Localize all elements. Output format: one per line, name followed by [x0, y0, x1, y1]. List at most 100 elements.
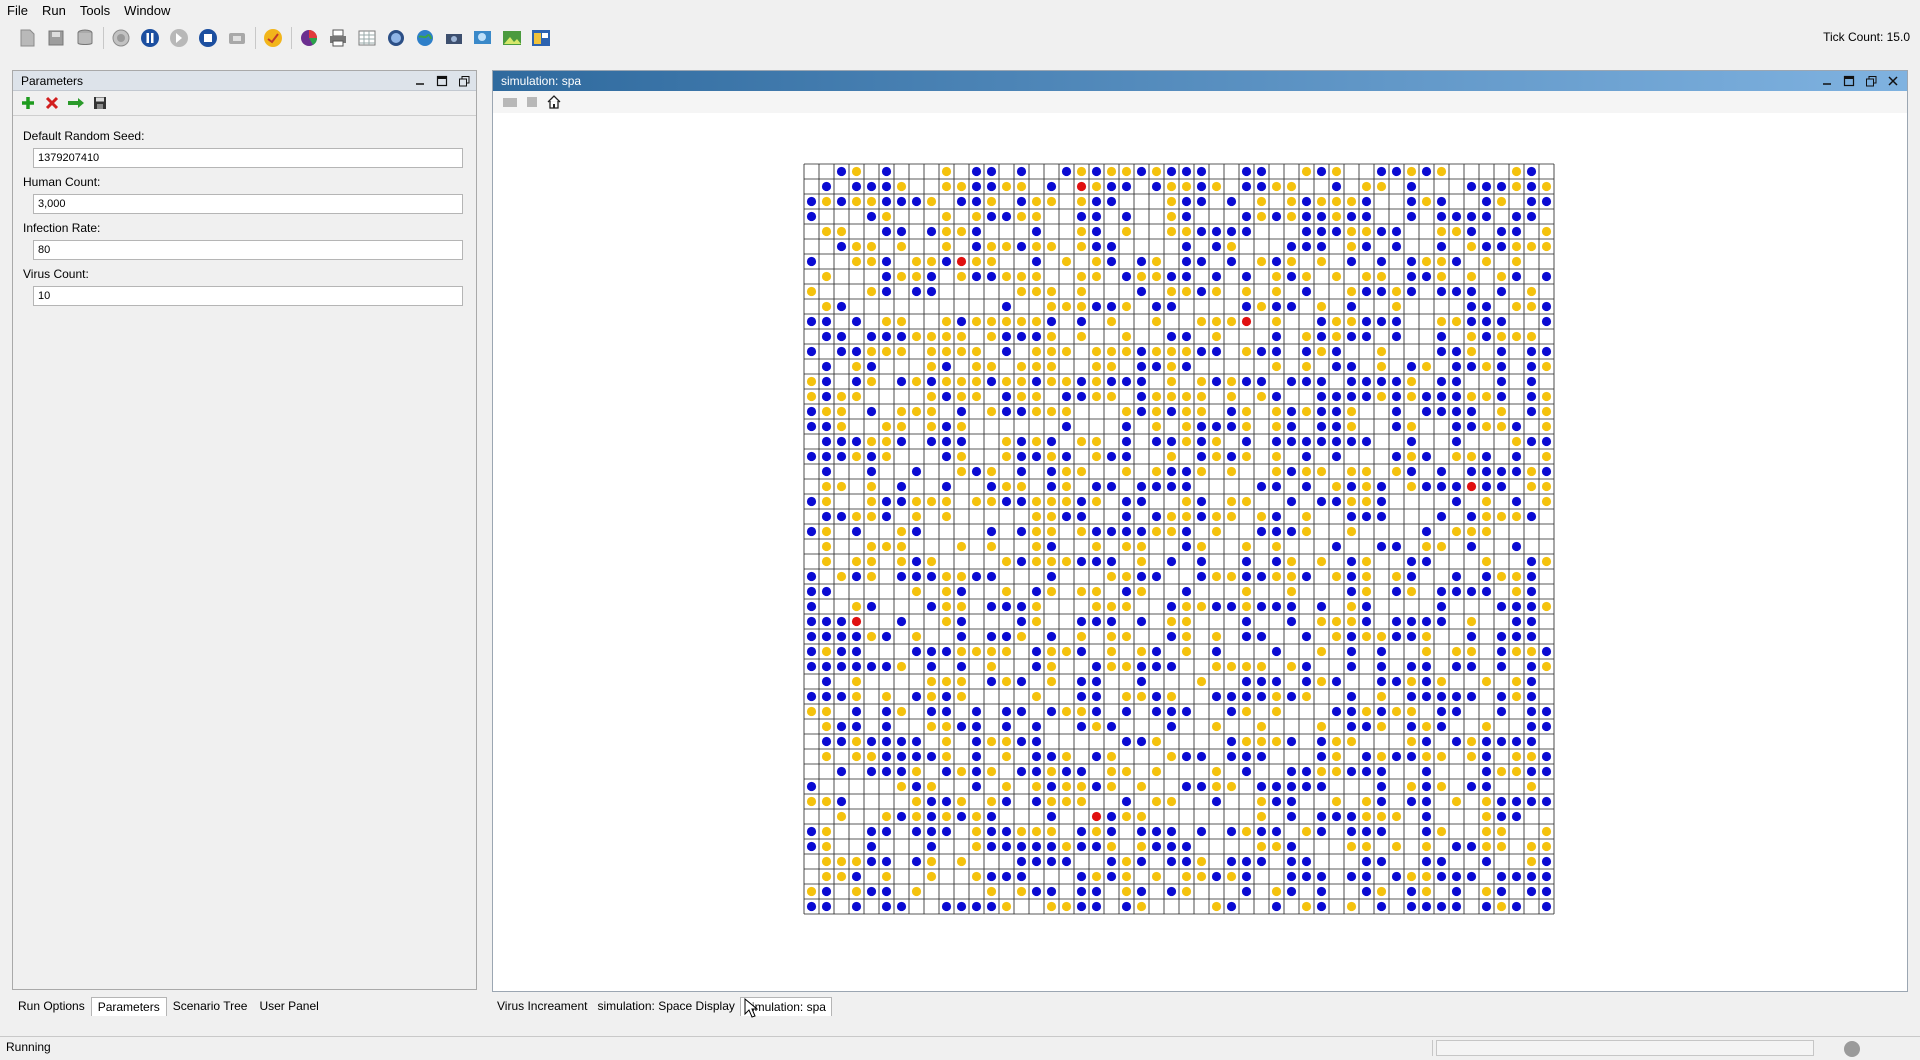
- virus-count-input[interactable]: [33, 286, 463, 306]
- add-icon[interactable]: [19, 94, 37, 112]
- random-seed-input[interactable]: [33, 148, 463, 168]
- human-agent: [1001, 406, 1012, 417]
- human-agent: [1316, 166, 1327, 177]
- image-icon[interactable]: [499, 25, 525, 51]
- stop-icon[interactable]: [195, 25, 221, 51]
- human-agent: [806, 256, 817, 267]
- restore-icon[interactable]: [1863, 73, 1879, 89]
- human-agent: [1211, 271, 1222, 282]
- menu-run[interactable]: Run: [35, 0, 73, 22]
- human-agent: [1466, 586, 1477, 597]
- chart-icon[interactable]: [296, 25, 322, 51]
- save-params-icon[interactable]: [91, 94, 109, 112]
- apply-arrow-icon[interactable]: [67, 94, 85, 112]
- new-file-icon[interactable]: [14, 25, 40, 51]
- virus-agent: [1031, 616, 1042, 627]
- human-agent: [851, 181, 862, 192]
- human-count-input[interactable]: [33, 194, 463, 214]
- human-agent: [851, 871, 862, 882]
- virus-agent: [1256, 391, 1267, 402]
- human-agent: [1406, 691, 1417, 702]
- human-agent: [1166, 856, 1177, 867]
- snapshot-icon[interactable]: [501, 93, 519, 111]
- movie-icon[interactable]: [523, 93, 541, 111]
- human-agent: [881, 256, 892, 267]
- virus-agent: [1001, 376, 1012, 387]
- human-agent: [821, 511, 832, 522]
- virus-agent: [1256, 736, 1267, 747]
- tab-parameters[interactable]: Parameters: [90, 996, 167, 1016]
- human-agent: [1436, 721, 1447, 732]
- zoom-icon[interactable]: [470, 25, 496, 51]
- delete-icon[interactable]: [43, 94, 61, 112]
- virus-agent: [806, 706, 817, 717]
- human-agent: [1376, 661, 1387, 672]
- infection-rate-input[interactable]: [33, 240, 463, 260]
- reset-icon[interactable]: [224, 25, 250, 51]
- tab-virus-increament[interactable]: Virus Increament: [492, 997, 593, 1015]
- globe-icon[interactable]: [412, 25, 438, 51]
- close-icon[interactable]: [1885, 73, 1901, 89]
- menu-window[interactable]: Window: [117, 0, 177, 22]
- human-agent: [1226, 736, 1237, 747]
- minimize-icon[interactable]: [412, 73, 428, 89]
- restore-icon[interactable]: [456, 73, 472, 89]
- human-agent: [1076, 841, 1087, 852]
- human-agent: [1316, 901, 1327, 912]
- virus-agent: [881, 436, 892, 447]
- virus-agent: [1091, 721, 1102, 732]
- camera-icon[interactable]: [441, 25, 467, 51]
- human-agent: [1541, 721, 1552, 732]
- toolbar-separator: [103, 27, 104, 49]
- table-icon[interactable]: [354, 25, 380, 51]
- minimize-icon[interactable]: [1819, 73, 1835, 89]
- printer-icon[interactable]: [325, 25, 351, 51]
- human-agent: [866, 331, 877, 342]
- virus-agent: [971, 841, 982, 852]
- batch-icon[interactable]: [260, 25, 286, 51]
- grid-svg[interactable]: [803, 163, 1555, 915]
- layer-icon[interactable]: [383, 25, 409, 51]
- virus-agent: [881, 691, 892, 702]
- human-agent: [1541, 706, 1552, 717]
- virus-agent: [1211, 286, 1222, 297]
- simulation-grid[interactable]: [803, 163, 1555, 918]
- human-agent: [1196, 826, 1207, 837]
- tab-user-panel[interactable]: User Panel: [253, 997, 324, 1015]
- human-agent: [1406, 361, 1417, 372]
- human-agent: [1196, 226, 1207, 237]
- virus-agent: [941, 376, 952, 387]
- virus-agent: [1166, 286, 1177, 297]
- virus-agent: [821, 481, 832, 492]
- save-icon[interactable]: [43, 25, 69, 51]
- menu-tools[interactable]: Tools: [73, 0, 117, 22]
- human-agent: [986, 526, 997, 537]
- human-agent: [1031, 331, 1042, 342]
- human-agent: [1016, 526, 1027, 537]
- tab-scenario-tree[interactable]: Scenario Tree: [167, 997, 254, 1015]
- human-agent: [926, 226, 937, 237]
- tab-space-display[interactable]: simulation: Space Display: [593, 997, 740, 1015]
- human-agent: [1031, 856, 1042, 867]
- virus-agent: [1331, 796, 1342, 807]
- virus-agent: [1421, 196, 1432, 207]
- maximize-icon[interactable]: [434, 73, 450, 89]
- human-agent: [1511, 901, 1522, 912]
- human-agent: [986, 676, 997, 687]
- human-agent: [1016, 436, 1027, 447]
- window-icon[interactable]: [528, 25, 554, 51]
- tab-run-options[interactable]: Run Options: [12, 997, 91, 1015]
- human-agent: [1196, 196, 1207, 207]
- menu-file[interactable]: File: [0, 0, 35, 22]
- virus-agent: [1121, 466, 1132, 477]
- human-agent: [1286, 466, 1297, 477]
- maximize-icon[interactable]: [1841, 73, 1857, 89]
- home-icon[interactable]: [545, 93, 563, 111]
- database-icon[interactable]: [72, 25, 98, 51]
- human-agent: [851, 631, 862, 642]
- step-icon[interactable]: [166, 25, 192, 51]
- pause-icon[interactable]: [137, 25, 163, 51]
- init-icon[interactable]: [108, 25, 134, 51]
- human-agent: [806, 316, 817, 327]
- virus-agent: [896, 316, 907, 327]
